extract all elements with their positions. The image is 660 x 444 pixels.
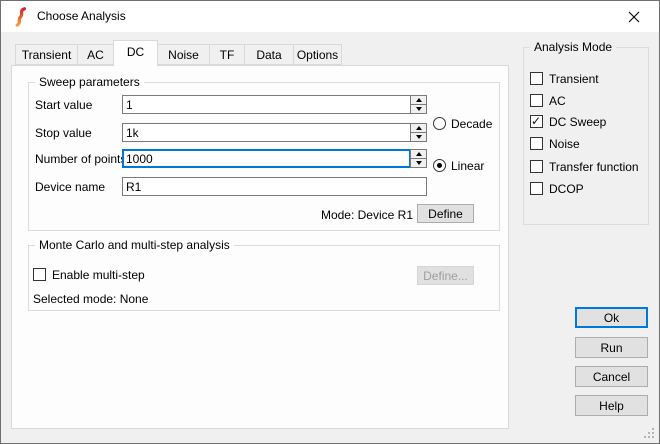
tab-tf[interactable]: TF	[209, 44, 245, 65]
sweep-parameters-group: Sweep parameters Start value Stop value …	[28, 82, 500, 231]
sweep-parameters-title: Sweep parameters	[35, 75, 144, 90]
tab-data[interactable]: Data	[244, 44, 294, 65]
number-of-points-input[interactable]	[122, 149, 411, 168]
tab-dc[interactable]: DC	[113, 40, 158, 66]
sweep-define-button[interactable]: Define	[417, 204, 474, 223]
decade-radio-label: Decade	[451, 117, 492, 132]
device-name-label: Device name	[35, 180, 105, 195]
dc-tab-page: Sweep parameters Start value Stop value …	[11, 65, 509, 429]
transfer-function-checkbox[interactable]	[530, 160, 543, 173]
cancel-button[interactable]: Cancel	[575, 366, 648, 387]
stop-value-label: Stop value	[35, 126, 92, 141]
noise-checkbox[interactable]	[530, 137, 543, 150]
spin-down-icon[interactable]	[410, 133, 427, 142]
spin-down-icon[interactable]	[410, 105, 427, 114]
monte-carlo-group: Monte Carlo and multi-step analysis Enab…	[28, 245, 500, 311]
noise-checkbox-label: Noise	[549, 137, 580, 152]
tab-transient[interactable]: Transient	[15, 44, 78, 65]
analysis-mode-group: Analysis Mode Transient AC DC Sweep Nois…	[523, 47, 649, 225]
choose-analysis-dialog: Choose Analysis Transient AC DC Noise TF…	[0, 0, 660, 444]
ac-checkbox-label: AC	[549, 94, 566, 109]
transient-checkbox[interactable]	[530, 72, 543, 85]
dc-sweep-checkbox[interactable]	[530, 115, 543, 128]
ac-checkbox[interactable]	[530, 94, 543, 107]
stop-value-input[interactable]	[122, 123, 411, 142]
analysis-mode-title: Analysis Mode	[530, 40, 616, 55]
spin-up-icon[interactable]	[410, 149, 427, 159]
multi-step-define-button[interactable]: Define...	[417, 266, 474, 285]
resize-grip[interactable]	[652, 436, 654, 438]
transient-checkbox-label: Transient	[549, 72, 599, 87]
enable-multi-step-label: Enable multi-step	[52, 268, 145, 283]
number-of-points-label: Number of points	[35, 152, 126, 167]
start-value-input[interactable]	[122, 95, 411, 114]
enable-multi-step-checkbox[interactable]	[33, 268, 46, 281]
run-button[interactable]: Run	[575, 337, 648, 358]
decade-radio[interactable]	[433, 117, 446, 130]
tab-noise[interactable]: Noise	[157, 44, 210, 65]
spin-up-icon[interactable]	[410, 95, 427, 105]
linear-radio[interactable]	[433, 159, 446, 172]
tab-ac[interactable]: AC	[77, 44, 114, 65]
stop-value-spinner	[410, 123, 427, 142]
dcop-checkbox-label: DCOP	[549, 182, 584, 197]
ok-button[interactable]: Ok	[575, 307, 648, 328]
spin-down-icon[interactable]	[410, 159, 427, 168]
title-bar: Choose Analysis	[1, 1, 659, 32]
spin-up-icon[interactable]	[410, 123, 427, 133]
monte-carlo-title: Monte Carlo and multi-step analysis	[35, 238, 234, 253]
tab-options[interactable]: Options	[293, 44, 342, 65]
start-value-spinner	[410, 95, 427, 114]
app-logo-icon	[13, 7, 28, 27]
transfer-function-checkbox-label: Transfer function	[549, 160, 639, 175]
start-value-label: Start value	[35, 98, 92, 113]
close-icon[interactable]	[619, 5, 649, 29]
dc-sweep-checkbox-label: DC Sweep	[549, 115, 606, 130]
selected-mode-text: Selected mode: None	[33, 292, 148, 307]
help-button[interactable]: Help	[575, 395, 648, 416]
dcop-checkbox[interactable]	[530, 182, 543, 195]
sweep-mode-text: Mode: Device R1	[229, 208, 413, 223]
number-of-points-spinner	[410, 149, 427, 168]
device-name-input[interactable]	[122, 177, 427, 196]
linear-radio-label: Linear	[451, 159, 484, 174]
window-title: Choose Analysis	[37, 1, 126, 32]
